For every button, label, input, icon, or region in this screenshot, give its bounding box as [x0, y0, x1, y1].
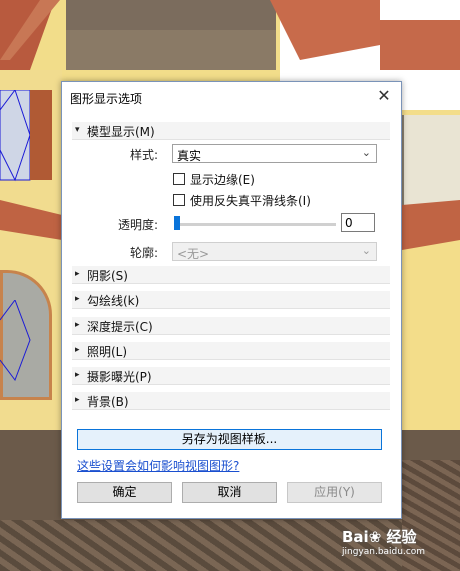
chevron-down-icon: ⌄ [361, 244, 371, 257]
style-select-value: 真实 [177, 149, 202, 163]
section-shadows-label: 阴影(S) [87, 269, 128, 283]
section-sketchy-lines[interactable]: ▸ 勾绘线(k) [72, 291, 390, 309]
collapsed-triangle-icon: ▸ [75, 294, 80, 304]
section-lighting-label: 照明(L) [87, 345, 128, 359]
baidu-watermark: Bai❀ 经验 jingyan.baidu.com [342, 526, 425, 557]
cancel-button[interactable]: 取消 [182, 482, 277, 503]
section-model-display[interactable]: ▾ 模型显示(M) [72, 122, 390, 140]
section-background-label: 背景(B) [87, 395, 129, 409]
section-depth-cueing[interactable]: ▸ 深度提示(C) [72, 317, 390, 335]
transparency-slider-track[interactable] [178, 223, 336, 226]
ok-button[interactable]: 确定 [77, 482, 172, 503]
help-link[interactable]: 这些设置会如何影响视图图形? [77, 457, 239, 474]
section-photographic-exposure-label: 摄影曝光(P) [87, 370, 152, 384]
section-background[interactable]: ▸ 背景(B) [72, 392, 390, 410]
collapsed-triangle-icon: ▸ [75, 320, 80, 330]
silhouette-select-value: <无> [177, 247, 210, 261]
section-lighting[interactable]: ▸ 照明(L) [72, 342, 390, 360]
style-label: 样式: [130, 148, 159, 162]
right-roof-ledge [402, 200, 460, 250]
antialias-label: 使用反失真平滑线条(I) [190, 194, 311, 208]
section-photographic-exposure[interactable]: ▸ 摄影曝光(P) [72, 367, 390, 385]
collapsed-triangle-icon: ▸ [75, 269, 80, 279]
collapsed-triangle-icon: ▸ [75, 370, 80, 380]
titlebar: 图形显示选项 ✕ [62, 82, 401, 112]
transparency-slider-thumb[interactable] [174, 216, 180, 230]
section-shadows[interactable]: ▸ 阴影(S) [72, 266, 390, 284]
close-icon[interactable]: ✕ [375, 87, 393, 105]
chevron-down-icon: ⌄ [361, 146, 371, 159]
expanded-triangle-icon: ▾ [75, 125, 80, 135]
graphic-display-options-dialog: 图形显示选项 ✕ ▾ 模型显示(M) 样式: 真实 ⌄ 显示边缘(E) 使用反失… [61, 81, 402, 519]
style-select[interactable]: 真实 ⌄ [172, 144, 377, 163]
silhouette-select[interactable]: <无> ⌄ [172, 242, 377, 261]
antialias-checkbox[interactable] [173, 194, 185, 206]
left-window [0, 90, 52, 182]
transparency-label: 透明度: [118, 218, 159, 232]
watermark-sub: jingyan.baidu.com [342, 547, 426, 557]
collapsed-triangle-icon: ▸ [75, 395, 80, 405]
left-roof-ledge [0, 200, 62, 240]
silhouette-label: 轮廓: [130, 246, 159, 260]
roof [0, 0, 460, 70]
section-depth-cueing-label: 深度提示(C) [87, 320, 153, 334]
apply-button[interactable]: 应用(Y) [287, 482, 382, 503]
save-as-view-template-button[interactable]: 另存为视图样板... [77, 429, 382, 450]
arched-window-diamond [0, 300, 31, 382]
transparency-input[interactable]: 0 [341, 213, 375, 232]
section-model-display-label: 模型显示(M) [87, 125, 155, 139]
transparency-input-value: 0 [345, 216, 353, 230]
section-sketchy-lines-label: 勾绘线(k) [87, 294, 140, 308]
watermark-text: Bai❀ 经验 [342, 528, 417, 546]
show-edges-label: 显示边缘(E) [190, 173, 255, 187]
show-edges-checkbox[interactable] [173, 173, 185, 185]
dialog-title: 图形显示选项 [70, 92, 143, 106]
collapsed-triangle-icon: ▸ [75, 345, 80, 355]
